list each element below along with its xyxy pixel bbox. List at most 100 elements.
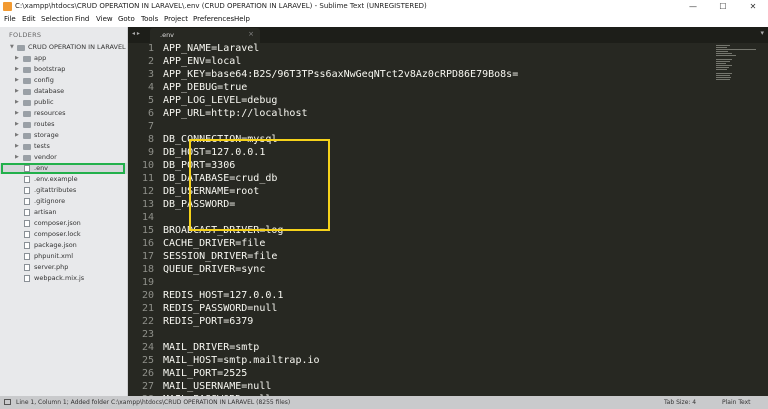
tree-file-phpunit-xml[interactable]: phpunit.xml (0, 251, 127, 262)
line-number: 9 (147, 147, 154, 158)
tree-folder-public[interactable]: ▶ public (0, 97, 127, 108)
tree-file-label: .env.example (34, 175, 78, 183)
minimap-line (716, 47, 727, 48)
collapsed-arrow-icon: ▶ (15, 99, 19, 105)
line-number: 11 (141, 173, 154, 184)
line-number: 27 (141, 381, 154, 392)
tree-folder-database[interactable]: ▶ database (0, 86, 127, 97)
menu-preferences[interactable]: Preferences (193, 15, 234, 23)
menu-selection[interactable]: Selection (41, 15, 73, 23)
tree-folder-label: routes (34, 120, 55, 128)
tree-file-composer-lock[interactable]: composer.lock (0, 229, 127, 240)
menu-find[interactable]: Find (75, 15, 89, 23)
tree-folder-routes[interactable]: ▶ routes (0, 119, 127, 130)
line-number: 14 (141, 212, 154, 223)
collapsed-arrow-icon: ▶ (15, 121, 19, 127)
window-title: C:\xampp\htdocs\CRUD OPERATION IN LARAVE… (15, 2, 427, 10)
folder-icon (23, 56, 31, 62)
tab-size-indicator[interactable]: Tab Size: 4 (664, 399, 696, 406)
tree-file-webpack-mix[interactable]: webpack.mix.js (0, 273, 127, 284)
tree-folder-label: config (34, 76, 54, 84)
minimap-line (716, 77, 731, 78)
line-number: 7 (147, 121, 154, 132)
tab-nav-arrows[interactable]: ◂ ▸ (132, 30, 140, 37)
tree-folder-vendor[interactable]: ▶ vendor (0, 152, 127, 163)
menu-edit[interactable]: Edit (22, 15, 36, 23)
tree-file-label: composer.json (34, 219, 81, 227)
minimap-line (716, 55, 736, 56)
menu-bar: File Edit Selection Find View Goto Tools… (0, 14, 768, 27)
minimap-line (716, 49, 756, 50)
tab-env[interactable]: .env × (150, 28, 260, 43)
tree-file-server-php[interactable]: server.php (0, 262, 127, 273)
code-line: APP_KEY=base64:B2S/96T3TPss6axNwGeqNTct2… (163, 69, 519, 80)
tree-folder-resources[interactable]: ▶ resources (0, 108, 127, 119)
line-number: 8 (147, 134, 154, 145)
menu-project[interactable]: Project (164, 15, 188, 23)
file-icon (24, 220, 30, 227)
minimap-line (716, 51, 728, 52)
panel-toggle-icon[interactable] (4, 399, 11, 405)
line-number: 18 (141, 264, 154, 275)
tree-root-folder[interactable]: ▼ CRUD OPERATION IN LARAVEL (0, 42, 127, 53)
status-message: Line 1, Column 1; Added folder C:\xampp\… (16, 399, 291, 406)
db-config-highlight-box (189, 139, 330, 231)
tab-close-icon[interactable]: × (248, 30, 254, 38)
collapsed-arrow-icon: ▶ (15, 88, 19, 94)
tree-folder-bootstrap[interactable]: ▶ bootstrap (0, 64, 127, 75)
code-line: REDIS_PORT=6379 (163, 316, 254, 327)
line-number: 21 (141, 303, 154, 314)
menu-view[interactable]: View (96, 15, 113, 23)
tree-file-label: .gitattributes (34, 186, 77, 194)
tree-file-gitignore[interactable]: .gitignore (0, 196, 127, 207)
tree-file-label: composer.lock (34, 230, 81, 238)
menu-goto[interactable]: Goto (118, 15, 135, 23)
tab-label: .env (160, 31, 175, 39)
tree-file-package-json[interactable]: package.json (0, 240, 127, 251)
maximize-button[interactable]: ☐ (708, 0, 738, 14)
tree-file-composer-json[interactable]: composer.json (0, 218, 127, 229)
tree-folder-label: bootstrap (34, 65, 66, 73)
folder-icon (23, 89, 31, 95)
tree-file-artisan[interactable]: artisan (0, 207, 127, 218)
tree-folder-label: storage (34, 131, 59, 139)
minimap[interactable] (708, 43, 768, 396)
minimap-line (716, 79, 730, 80)
tree-file-gitattributes[interactable]: .gitattributes (0, 185, 127, 196)
tree-file-env-example[interactable]: .env.example (0, 174, 127, 185)
expanded-arrow-icon: ▼ (10, 44, 14, 50)
tree-folder-config[interactable]: ▶ config (0, 75, 127, 86)
line-number: 12 (141, 186, 154, 197)
collapsed-arrow-icon: ▶ (15, 55, 19, 61)
close-button[interactable]: ✕ (738, 0, 768, 14)
code-line: MAIL_DRIVER=smtp (163, 342, 260, 353)
tree-folder-tests[interactable]: ▶ tests (0, 141, 127, 152)
folder-icon (23, 111, 31, 117)
tree-file-label: webpack.mix.js (34, 274, 85, 282)
code-line: APP_DEBUG=true (163, 82, 248, 93)
menu-help[interactable]: Help (234, 15, 250, 23)
file-icon (24, 187, 30, 194)
line-number: 2 (147, 56, 154, 67)
tab-menu-chevron-down-icon[interactable]: ▾ (760, 29, 764, 37)
collapsed-arrow-icon: ▶ (15, 132, 19, 138)
file-icon (24, 198, 30, 205)
minimize-button[interactable]: — (678, 0, 708, 14)
code-text-area[interactable]: APP_NAME=Laravel APP_ENV=local APP_KEY=b… (163, 43, 703, 396)
tree-file-label: package.json (34, 241, 77, 249)
tree-folder-storage[interactable]: ▶ storage (0, 130, 127, 141)
folder-icon (23, 100, 31, 106)
tree-folder-app[interactable]: ▶ app (0, 53, 127, 64)
menu-file[interactable]: File (4, 15, 16, 23)
minimap-line (716, 69, 727, 70)
line-number: 15 (141, 225, 154, 236)
tree-file-label: .gitignore (34, 197, 66, 205)
tree-file-label: phpunit.xml (34, 252, 74, 260)
tree-root-label: CRUD OPERATION IN LARAVEL (28, 43, 126, 51)
folder-icon (23, 144, 31, 150)
file-icon (24, 176, 30, 183)
code-line: SESSION_DRIVER=file (163, 251, 278, 262)
menu-tools[interactable]: Tools (141, 15, 158, 23)
syntax-indicator[interactable]: Plain Text (722, 399, 750, 406)
line-number: 10 (141, 160, 154, 171)
